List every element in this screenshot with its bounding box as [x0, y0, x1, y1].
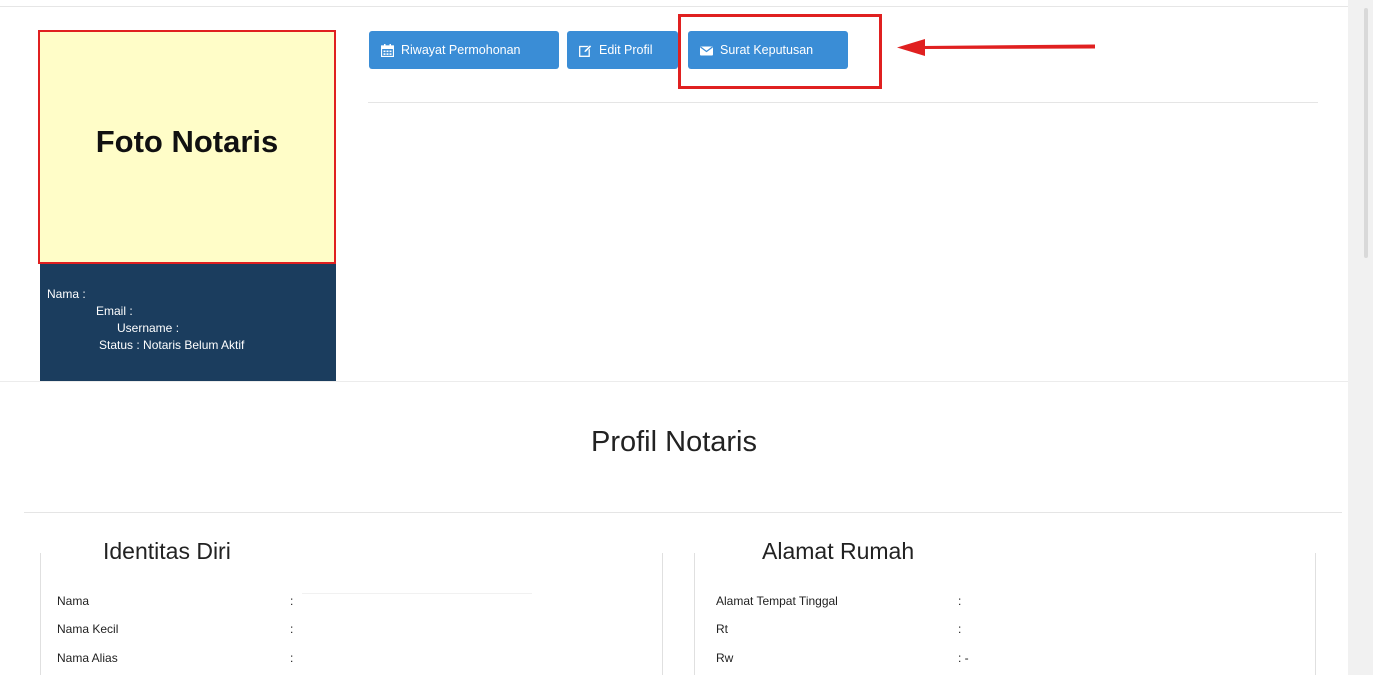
alamat-left-border: [694, 553, 695, 675]
photo-title: Foto Notaris: [95, 124, 279, 159]
identitas-nama-label: Nama: [57, 594, 90, 608]
alamat-rt-label: Rt: [716, 622, 728, 636]
alamat-heading: Alamat Rumah: [762, 538, 915, 564]
info-username: Username :: [117, 321, 180, 335]
identitas-nama-value: :: [290, 594, 294, 608]
calendar-icon: [380, 43, 395, 57]
alamat-tempat-tinggal-label: Alamat Tempat Tinggal: [716, 594, 838, 608]
alamat-right-border: [1315, 553, 1316, 675]
notary-info-panel: Nama : Email : Username : Status : Notar…: [40, 264, 336, 382]
header-divider: [0, 381, 1348, 382]
info-email: Email :: [96, 304, 133, 318]
scrollbar-thumb[interactable]: [1364, 8, 1368, 258]
identitas-right-border: [662, 553, 663, 675]
red-arrow-icon: [897, 39, 1095, 56]
page-title: Profil Notaris: [591, 426, 757, 458]
identitas-left-border: [40, 553, 41, 675]
scrollbar-track[interactable]: [1348, 0, 1373, 675]
toolbar-divider: [368, 102, 1318, 103]
identitas-nama-alias-value: :: [290, 651, 294, 665]
alamat-rt-value: :: [958, 622, 962, 636]
info-nama: Nama :: [47, 287, 86, 301]
edit-icon: [579, 43, 593, 57]
alamat-rw-value: : -: [958, 651, 969, 665]
identitas-nama-kecil-label: Nama Kecil: [57, 622, 119, 636]
alamat-rw-label: Rw: [716, 651, 734, 665]
riwayat-permohonan-button[interactable]: Riwayat Permohonan: [369, 31, 559, 69]
top-divider: [0, 6, 1348, 7]
faint-divider: [302, 593, 532, 594]
edit-profil-button[interactable]: Edit Profil: [567, 31, 678, 69]
section-divider: [24, 512, 1342, 513]
info-status: Status : Notaris Belum Aktif: [99, 338, 245, 352]
notary-photo-placeholder: Foto Notaris: [38, 30, 336, 264]
alamat-tempat-tinggal-value: :: [958, 594, 962, 608]
riwayat-permohonan-label: Riwayat Permohonan: [401, 43, 521, 57]
highlight-box: [678, 14, 882, 89]
identitas-nama-alias-label: Nama Alias: [57, 651, 118, 665]
identitas-nama-kecil-value: :: [290, 622, 294, 636]
identitas-heading: Identitas Diri: [103, 538, 231, 564]
edit-profil-label: Edit Profil: [599, 43, 653, 57]
